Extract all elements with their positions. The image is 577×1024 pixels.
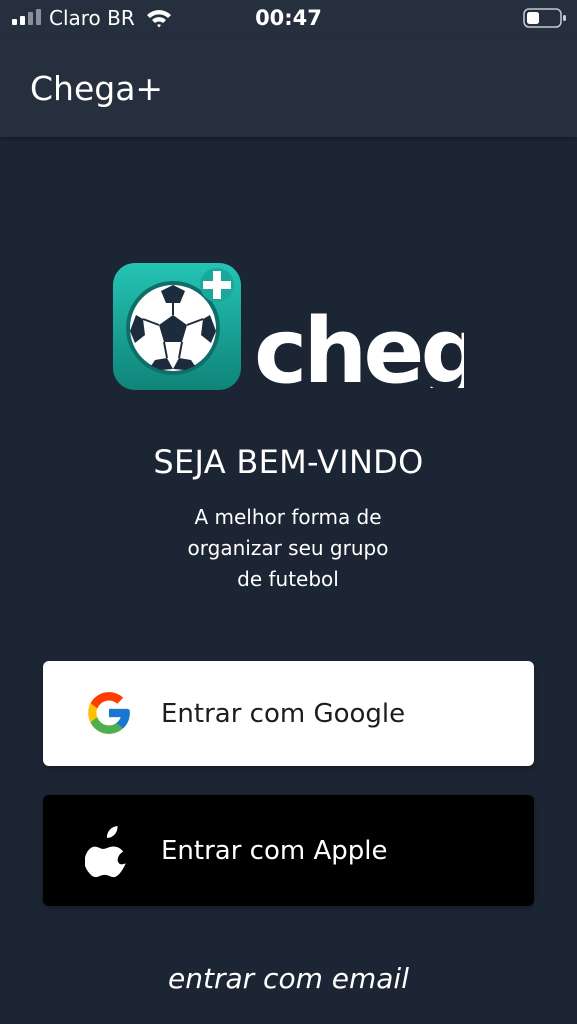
google-button-label: Entrar com Google xyxy=(161,699,406,729)
welcome-subtitle: A melhor forma de organizar seu grupo de… xyxy=(138,502,438,595)
soccer-ball-plus-icon xyxy=(113,263,241,390)
app-title: Chega+ xyxy=(30,69,164,108)
status-time: 00:47 xyxy=(255,6,322,30)
email-sign-in-link[interactable]: entrar com email xyxy=(0,962,577,995)
battery-icon xyxy=(523,8,566,28)
welcome-title: SEJA BEM-VINDO xyxy=(153,443,424,481)
app-header: Chega+ xyxy=(0,40,577,137)
welcome-subtitle-line: de futebol xyxy=(237,567,339,591)
welcome-subtitle-line: A melhor forma de xyxy=(194,505,382,529)
wordmark-text: chega+ xyxy=(254,299,464,388)
google-sign-in-button[interactable]: Entrar com Google xyxy=(43,661,534,766)
status-bar: Claro BR 00:47 xyxy=(0,0,577,40)
apple-icon xyxy=(85,826,126,878)
welcome-subtitle-line: organizar seu grupo xyxy=(187,536,389,560)
apple-sign-in-button[interactable]: Entrar com Apple xyxy=(43,795,534,906)
google-icon xyxy=(88,692,130,734)
apple-button-label: Entrar com Apple xyxy=(161,836,388,866)
chega-wordmark-logo: chega+ xyxy=(254,299,464,388)
